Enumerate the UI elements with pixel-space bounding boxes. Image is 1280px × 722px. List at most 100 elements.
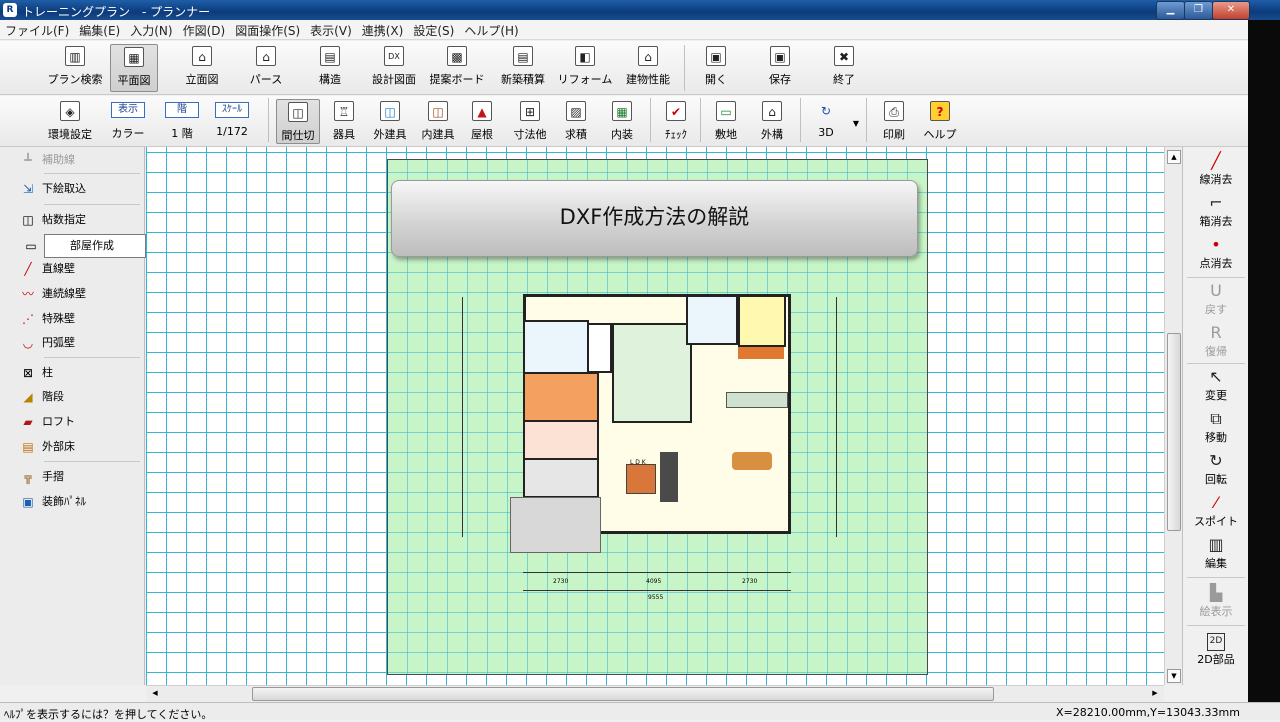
rotate-tool[interactable]: ↻ 回転: [1183, 451, 1249, 487]
create-room-tool[interactable]: ▭ 部屋作成: [25, 234, 146, 258]
separator: [44, 357, 140, 358]
print-button[interactable]: ⎙ 印刷: [872, 99, 916, 144]
design-drawing-button[interactable]: DX 設計図面: [366, 44, 422, 92]
vertical-scrollbar[interactable]: ▲ ▼: [1164, 147, 1182, 685]
open-button[interactable]: ▣ 開く: [694, 44, 738, 92]
env-settings-button[interactable]: ◈ 環境設定: [44, 99, 96, 144]
tatami-count-tool[interactable]: ◫ 帖数指定: [22, 209, 142, 231]
view-3d-button[interactable]: ↻ 3D: [806, 99, 846, 144]
perspective-button[interactable]: ⌂ パース: [242, 44, 290, 92]
interior-fitting-button[interactable]: ◫ 内建具: [416, 99, 460, 144]
menu-settings[interactable]: 設定(S): [408, 20, 459, 39]
show-picture-button[interactable]: ▙ 絵表示: [1183, 583, 1249, 619]
exterior-floor-tool[interactable]: ▤ 外部床: [22, 436, 142, 458]
horizontal-scrollbar[interactable]: ◀ ▶: [146, 685, 1164, 702]
menu-help[interactable]: ヘルプ(H): [459, 20, 523, 39]
house-3d-icon: ⌂: [256, 46, 276, 66]
line-erase-tool[interactable]: ╱ 線消去: [1183, 151, 1249, 187]
horizontal-scroll-thumb[interactable]: [252, 687, 994, 701]
partition-icon: ◫: [288, 102, 308, 122]
floor-plan-button[interactable]: ▦ 平面図: [110, 44, 158, 92]
modify-tool[interactable]: ↖ 変更: [1183, 367, 1249, 403]
kitchen-counter: [726, 392, 788, 408]
special-wall-tool[interactable]: ⋰ 特殊壁: [22, 308, 142, 330]
scroll-right-arrow-icon[interactable]: ▶: [1149, 687, 1161, 699]
edit-tool[interactable]: ▥ 編集: [1183, 535, 1249, 571]
box-erase-tool[interactable]: ⌐ 箱消去: [1183, 193, 1249, 229]
save-button[interactable]: ▣ 保存: [758, 44, 802, 92]
display-mode-selector[interactable]: 表示 カラー: [106, 99, 150, 144]
room-toilet: [686, 295, 738, 345]
arc-wall-tool[interactable]: ◡ 円弧壁: [23, 332, 142, 354]
structure-button[interactable]: ▤ 構造: [306, 44, 354, 92]
menu-draw[interactable]: 作図(D): [178, 20, 231, 39]
check-button[interactable]: ✔ ﾁｪｯｸ: [656, 99, 696, 144]
cursor-coordinates: X=28210.00mm,Y=13043.33mm: [1055, 706, 1240, 719]
parts-2d-button[interactable]: 2D 2D部品: [1183, 633, 1249, 667]
fixture-tool-button[interactable]: ♖ 器具: [326, 99, 362, 144]
scale-selector[interactable]: ｽｹｰﾙ 1/172: [210, 99, 254, 144]
tatami-icon: ◫: [22, 213, 34, 227]
menu-view[interactable]: 表示(V): [305, 20, 357, 39]
move-tool[interactable]: ⧉ 移動: [1183, 409, 1249, 445]
view-3d-dropdown[interactable]: ▼: [850, 99, 862, 144]
loft-tool[interactable]: ▰ ロフト: [23, 411, 142, 433]
undo-button[interactable]: U 戻す: [1183, 281, 1249, 317]
point-erase-tool[interactable]: • 点消去: [1183, 235, 1249, 271]
floor-selector[interactable]: 階1 階: [162, 99, 202, 144]
room-icon: ▭: [25, 239, 37, 253]
fence-icon: ⌂: [762, 101, 782, 121]
area-icon: ▨: [566, 101, 586, 121]
column-tool[interactable]: ⊠ 柱: [23, 362, 142, 384]
import-underlay-tool[interactable]: ⇲ 下絵取込: [23, 178, 142, 200]
interior-finish-button[interactable]: ▦ 内装: [602, 99, 642, 144]
menu-link[interactable]: 連携(X): [357, 20, 409, 39]
drawing-canvas[interactable]: DXF作成方法の解説 L D K 2730 4095 2730 9555: [146, 147, 1164, 685]
roof-tool-button[interactable]: ▲ 屋根: [462, 99, 502, 144]
menu-input[interactable]: 入力(N): [125, 20, 177, 39]
eyedropper-tool[interactable]: ⁄ スポイト: [1183, 493, 1249, 529]
env-settings-icon: ◈: [60, 101, 80, 121]
reform-button[interactable]: ◧ リフォーム: [554, 44, 616, 92]
straight-wall-tool[interactable]: ╱ 直線壁: [24, 258, 142, 280]
scroll-left-arrow-icon[interactable]: ◀: [149, 687, 161, 699]
help-button[interactable]: ? ヘルプ: [918, 99, 962, 144]
building-performance-button[interactable]: ⌂ 建物性能: [620, 44, 676, 92]
help-icon: ?: [930, 101, 950, 121]
exterior-works-button[interactable]: ⌂ 外構: [752, 99, 792, 144]
site-button[interactable]: ▭ 敷地: [706, 99, 746, 144]
exit-button[interactable]: ✖ 終了: [822, 44, 866, 92]
stairs-tool[interactable]: ◢ 階段: [23, 386, 142, 408]
close-button[interactable]: ✕: [1212, 1, 1250, 20]
decor-panel-tool[interactable]: ▣ 装飾ﾊﾟﾈﾙ: [22, 491, 142, 513]
dining-table: [732, 452, 772, 470]
scroll-down-arrow-icon[interactable]: ▼: [1167, 669, 1181, 683]
separator: [1187, 577, 1245, 578]
room-hall: [523, 420, 599, 460]
vertical-scroll-thumb[interactable]: [1167, 333, 1181, 531]
maximize-button[interactable]: ❐: [1184, 1, 1213, 20]
separator: [800, 98, 801, 142]
scroll-up-arrow-icon[interactable]: ▲: [1167, 150, 1181, 164]
partition-tool-button[interactable]: ◫ 間仕切: [276, 99, 320, 144]
elevation-button[interactable]: ⌂ 立面図: [178, 44, 226, 92]
minimize-button[interactable]: ▁: [1156, 1, 1185, 20]
open-icon: ▣: [706, 46, 726, 66]
menu-edit[interactable]: 編集(E): [74, 20, 125, 39]
proposal-board-button[interactable]: ▩ 提案ボード: [426, 44, 488, 92]
polyline-wall-tool[interactable]: 〰連続線壁: [22, 283, 142, 305]
area-calc-button[interactable]: ▨ 求積: [558, 99, 594, 144]
menu-plan-ops[interactable]: 図面操作(S): [230, 20, 305, 39]
status-bar: ﾍﾙﾌﾟを表示するには？を押してください。 X=28210.00mm,Y=130…: [0, 702, 1280, 721]
menu-file[interactable]: ファイル(F): [0, 20, 74, 39]
exterior-fitting-button[interactable]: ◫ 外建具: [368, 99, 412, 144]
guide-line-tool[interactable]: ┻ 補助線: [24, 149, 142, 171]
new-estimate-button[interactable]: ▤ 新築積算: [494, 44, 552, 92]
plan-search-button[interactable]: ▥ プラン検索: [44, 44, 106, 92]
dimension-tool-button[interactable]: ⊞ 寸法他: [508, 99, 552, 144]
handrail-icon: ╦: [24, 470, 32, 484]
column-icon: ⊠: [22, 366, 34, 380]
separator: [44, 204, 140, 205]
handrail-tool[interactable]: ╦ 手摺: [24, 466, 142, 488]
redo-button[interactable]: R 復帰: [1183, 323, 1249, 359]
